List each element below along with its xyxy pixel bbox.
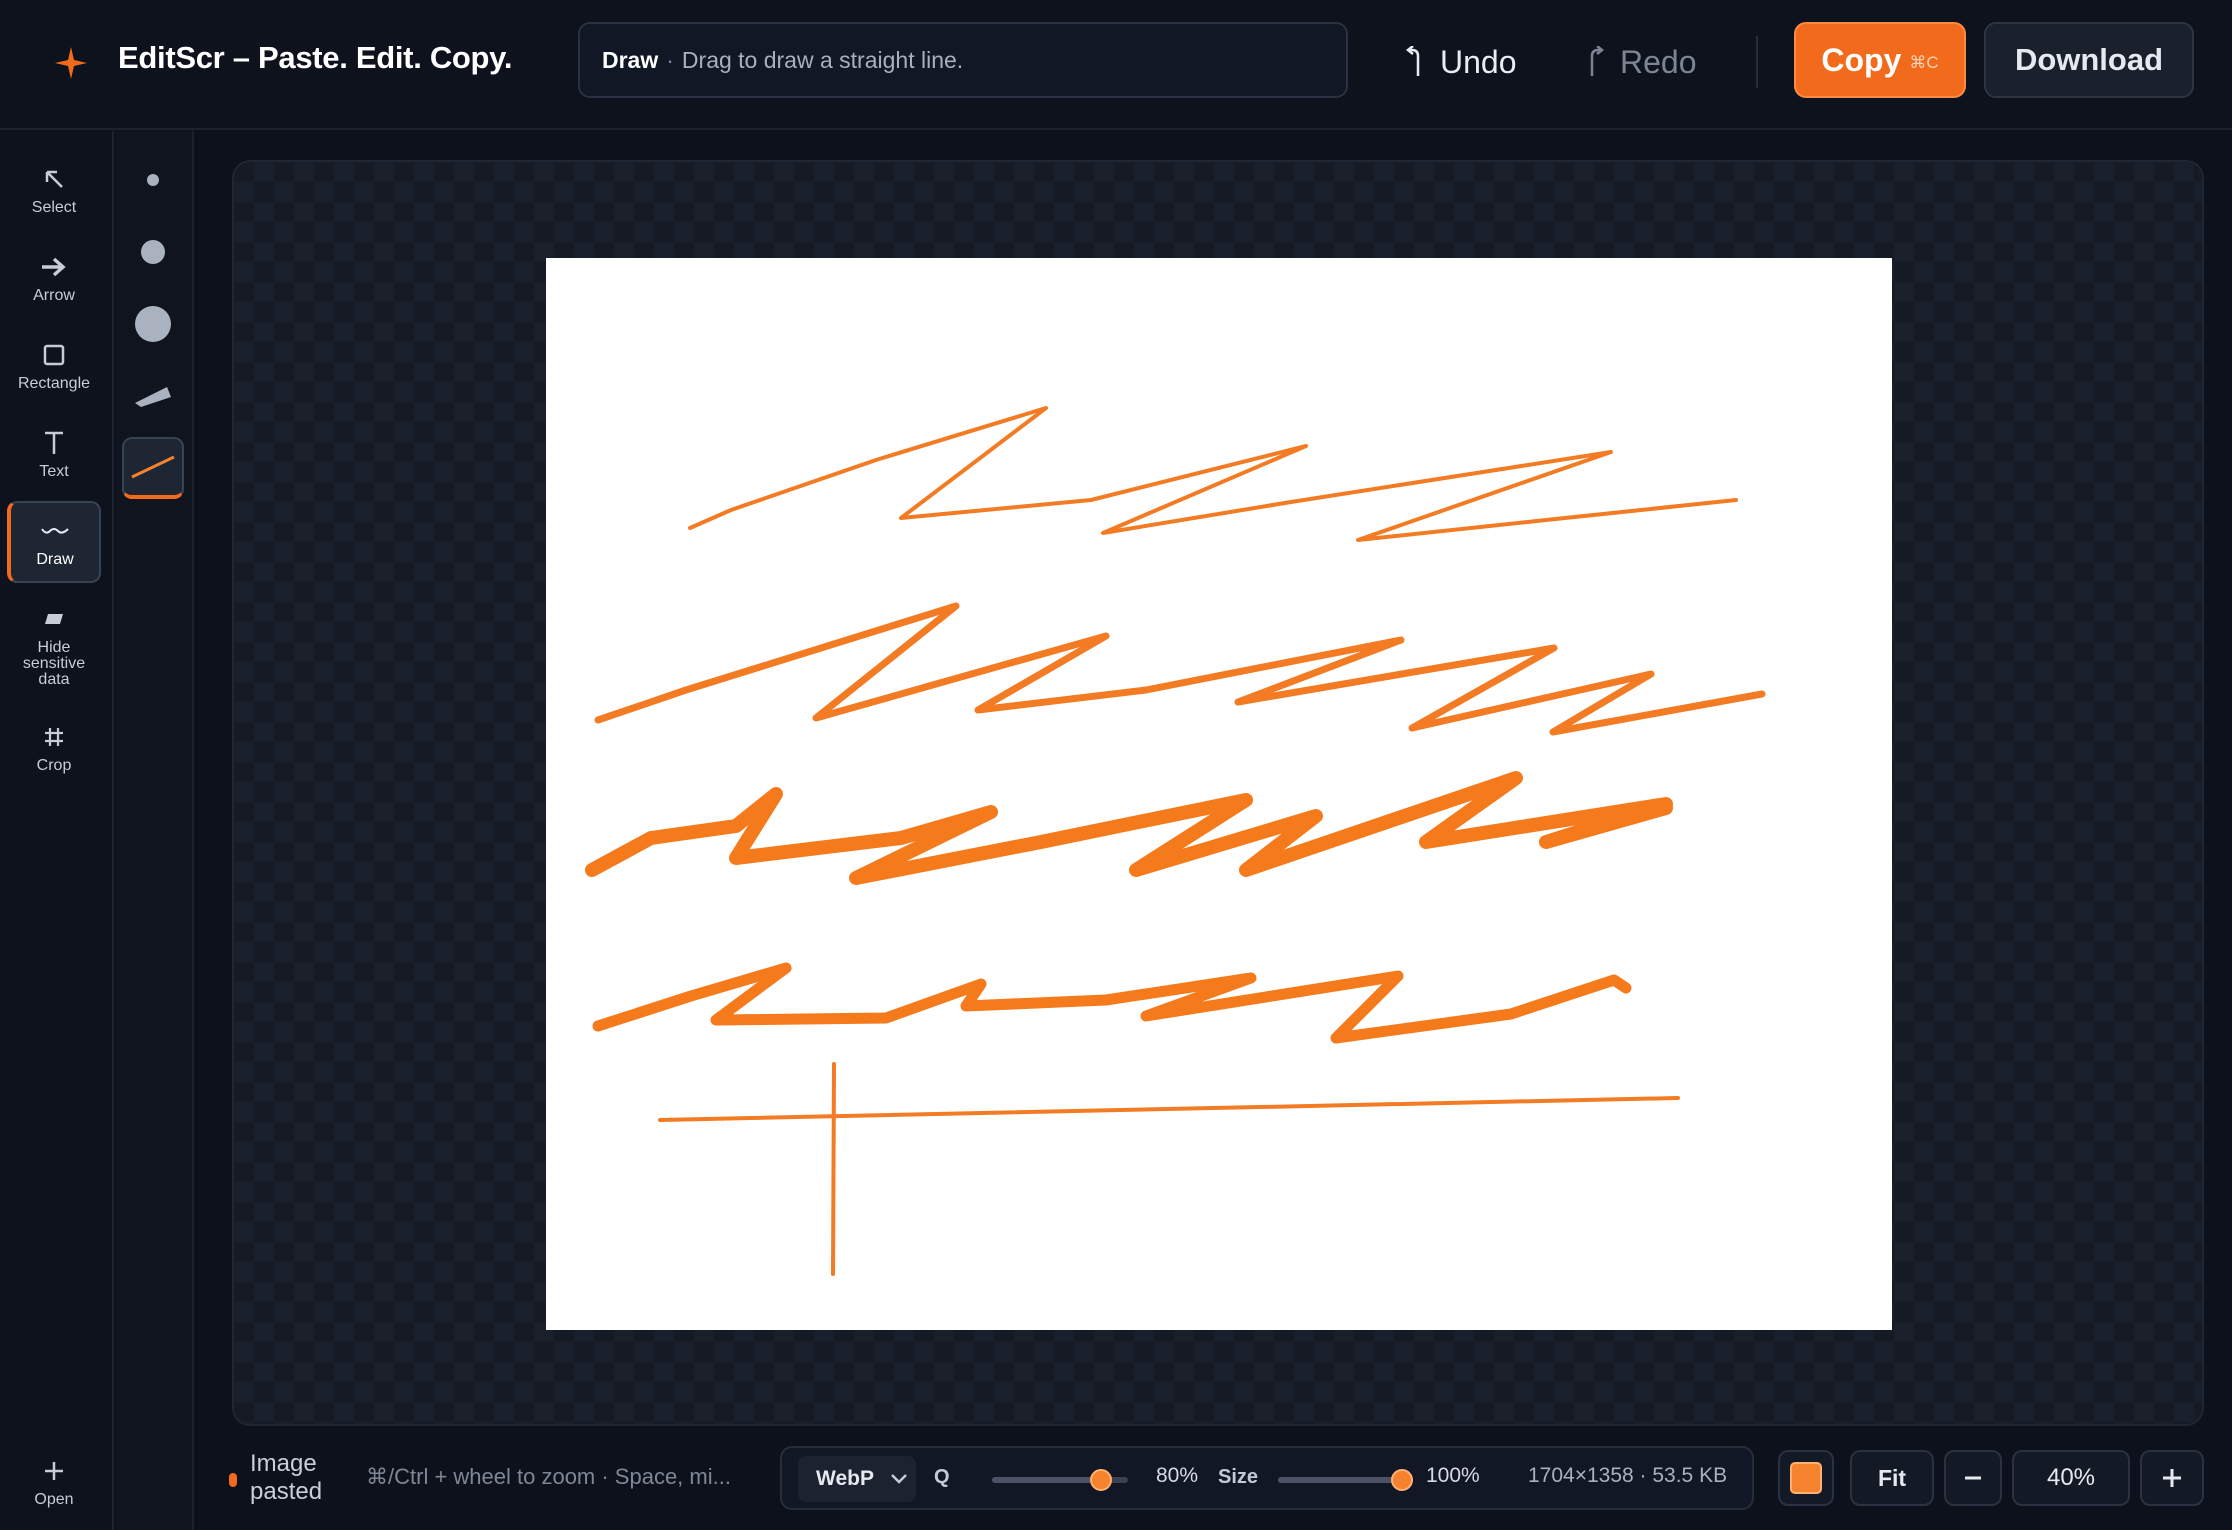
zoom-level: 40% bbox=[2012, 1450, 2130, 1506]
hint-tool-name: Draw bbox=[602, 46, 659, 73]
open-label: Open bbox=[34, 1491, 74, 1508]
fit-button[interactable]: Fit bbox=[1850, 1450, 1934, 1506]
zoom-hint: ⌘/Ctrl + wheel to zoom · Space, mi... bbox=[366, 1464, 731, 1489]
size-value: 100% bbox=[1426, 1464, 1480, 1487]
undo-icon bbox=[1405, 46, 1420, 76]
quality-slider-fill bbox=[992, 1477, 1101, 1483]
square-icon bbox=[39, 340, 69, 370]
dot-large-icon bbox=[135, 306, 171, 342]
quality-value: 80% bbox=[1156, 1464, 1199, 1487]
download-button[interactable]: Download bbox=[1984, 22, 2194, 98]
copy-label: Copy bbox=[1821, 41, 1902, 78]
tool-hide-label: Hide sensitive data bbox=[22, 639, 86, 688]
straight-line-icon bbox=[131, 455, 175, 479]
redo-button[interactable]: Redo bbox=[1584, 34, 1697, 90]
drawn-stroke bbox=[594, 602, 1766, 736]
redo-label: Redo bbox=[1620, 43, 1697, 80]
app-title: EditScr – Paste. Edit. Copy. bbox=[118, 40, 513, 75]
stroke-marker-option[interactable] bbox=[122, 365, 184, 427]
tool-arrow-label: Arrow bbox=[33, 287, 75, 304]
stroke-large-option[interactable] bbox=[122, 293, 184, 355]
stroke-medium-option[interactable] bbox=[122, 221, 184, 283]
text-t-icon bbox=[39, 428, 69, 458]
stroke-color-button[interactable] bbox=[1778, 1450, 1834, 1506]
sparkle-icon bbox=[55, 47, 87, 79]
tool-arrow[interactable]: Arrow bbox=[7, 237, 101, 319]
image-dimensions: 1704×1358 · 53.5 KB bbox=[1528, 1464, 1728, 1487]
drawn-line bbox=[831, 1062, 836, 1276]
copy-shortcut: ⌘C bbox=[1909, 53, 1939, 72]
quality-slider-thumb[interactable] bbox=[1090, 1469, 1112, 1491]
dot-small-icon bbox=[147, 174, 159, 186]
plus-icon bbox=[39, 1456, 69, 1486]
undo-label: Undo bbox=[1440, 43, 1517, 80]
hint-text: Drag to draw a straight line. bbox=[681, 46, 964, 73]
crop-grid-icon bbox=[39, 722, 69, 752]
chevron-down-icon bbox=[891, 1474, 907, 1484]
minus-icon bbox=[1965, 1476, 1981, 1480]
tool-select-label: Select bbox=[31, 199, 77, 216]
color-swatch bbox=[1790, 1462, 1822, 1494]
format-value: WebP bbox=[816, 1467, 874, 1490]
redo-icon bbox=[1590, 46, 1605, 76]
size-slider-thumb[interactable] bbox=[1391, 1469, 1413, 1491]
undo-button[interactable]: Undo bbox=[1404, 34, 1517, 90]
drawn-stroke bbox=[592, 962, 1632, 1044]
stroke-options-bar bbox=[116, 131, 194, 1530]
header-bar: EditScr – Paste. Edit. Copy. Draw · Drag… bbox=[0, 0, 2232, 130]
tool-draw[interactable]: Draw bbox=[7, 501, 101, 583]
drawn-stroke bbox=[585, 771, 1673, 885]
dot-medium-icon bbox=[141, 240, 165, 264]
quality-slider[interactable] bbox=[992, 1469, 1128, 1491]
tool-rectangle-label: Rectangle bbox=[17, 375, 91, 392]
status-message: Image pasted bbox=[250, 1450, 323, 1505]
tool-text-label: Text bbox=[39, 463, 69, 480]
open-button[interactable]: Open bbox=[7, 1441, 101, 1523]
status-indicator-dot bbox=[229, 1473, 237, 1487]
canvas-area[interactable] bbox=[232, 160, 2204, 1426]
size-slider[interactable] bbox=[1278, 1469, 1413, 1491]
size-label: Size bbox=[1218, 1466, 1259, 1488]
zoom-in-button[interactable] bbox=[2140, 1450, 2204, 1506]
tool-hide-sensitive[interactable]: Hide sensitive data bbox=[7, 595, 101, 697]
marker-icon bbox=[135, 387, 171, 407]
zoom-out-button[interactable] bbox=[1944, 1450, 2002, 1506]
size-slider-fill bbox=[1278, 1477, 1402, 1483]
drawn-stroke bbox=[688, 406, 1738, 542]
tool-rectangle[interactable]: Rectangle bbox=[7, 325, 101, 407]
copy-button[interactable]: Copy ⌘C bbox=[1794, 22, 1966, 98]
tool-hint-box: Draw · Drag to draw a straight line. bbox=[578, 22, 1348, 98]
drawing-layer bbox=[585, 406, 1766, 1276]
hint-separator: · bbox=[666, 46, 674, 73]
squiggle-icon bbox=[40, 516, 70, 546]
tool-text[interactable]: Text bbox=[7, 413, 101, 495]
tool-crop-label: Crop bbox=[36, 757, 72, 774]
pasted-image[interactable] bbox=[546, 258, 1892, 1330]
pointer-arrow-icon bbox=[39, 164, 69, 194]
right-arrow-icon bbox=[39, 252, 69, 282]
tool-draw-label: Draw bbox=[36, 551, 74, 568]
stroke-small-option[interactable] bbox=[122, 149, 184, 211]
quality-label: Q bbox=[934, 1466, 950, 1488]
format-select[interactable]: WebP bbox=[798, 1456, 916, 1502]
tool-crop[interactable]: Crop bbox=[7, 707, 101, 789]
redact-icon bbox=[39, 604, 69, 634]
drawn-line bbox=[658, 1096, 1680, 1122]
stroke-line-option[interactable] bbox=[122, 437, 184, 499]
header-divider bbox=[1756, 36, 1758, 88]
plus-icon bbox=[2163, 1469, 2181, 1487]
export-settings-panel: WebP Q 80% Size 100% 1704×1358 · 53.5 KB bbox=[780, 1446, 1754, 1510]
tool-sidebar: Select Arrow Rectangle Text Draw Hide se… bbox=[0, 131, 114, 1530]
tool-select[interactable]: Select bbox=[7, 149, 101, 231]
